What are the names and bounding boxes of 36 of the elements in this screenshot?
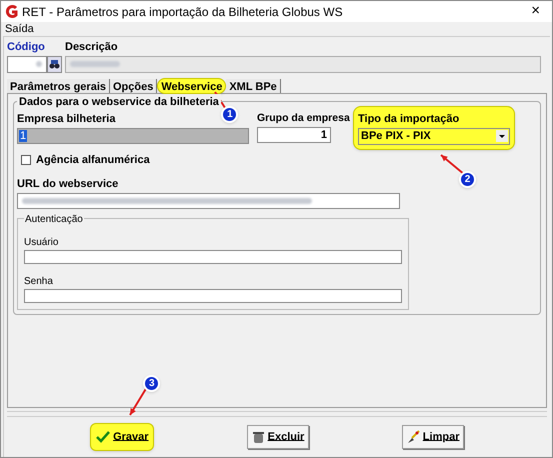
user-field[interactable] — [24, 250, 402, 264]
blurred-text — [70, 61, 120, 67]
delete-button[interactable]: Excluir — [246, 425, 309, 449]
code-field[interactable] — [7, 56, 47, 72]
group-title: Dados para o webservice da bilheteria — [17, 94, 221, 110]
close-button[interactable]: × — [523, 1, 548, 23]
field-label: Código — [7, 40, 46, 55]
checkbox-label: Agência alfanumérica — [36, 152, 150, 168]
url-field[interactable] — [17, 192, 400, 208]
binoculars-icon — [49, 60, 60, 68]
clear-button[interactable]: Limpar — [402, 425, 464, 449]
import-type-dropdown[interactable]: BPe PIX - PIX — [358, 128, 510, 144]
check-icon — [96, 431, 110, 443]
field-label: Empresa bilheteria — [17, 112, 116, 127]
description-field[interactable] — [65, 56, 541, 72]
field-label: Grupo da empresa — [257, 111, 350, 126]
window-title: RET - Parâmetros para importação da Bilheteria Globus WS — [22, 4, 344, 20]
group-title: Autenticação — [24, 212, 84, 226]
field-label: Usuário — [24, 236, 60, 250]
search-button[interactable] — [47, 56, 62, 72]
save-button[interactable]: Gravar — [90, 423, 154, 451]
field-label: Senha — [24, 274, 54, 288]
field-label: Tipo da importação — [358, 112, 460, 127]
blurred-text — [36, 61, 42, 67]
menu-item[interactable]: Saída — [5, 20, 34, 38]
tab[interactable]: Parâmetros gerais — [7, 78, 110, 92]
checkbox[interactable] — [21, 154, 31, 165]
field-label: Descrição — [65, 40, 119, 55]
password-field[interactable] — [24, 288, 402, 302]
tab[interactable]: Webservice — [157, 78, 226, 94]
field-label: URL do webservice — [17, 177, 118, 192]
group-field[interactable]: 1 — [257, 126, 331, 143]
callout-badge: 2 — [459, 171, 476, 188]
tab[interactable]: XML BPe — [226, 78, 281, 92]
tab[interactable]: Opções — [110, 78, 158, 92]
app-logo-icon — [5, 5, 18, 18]
